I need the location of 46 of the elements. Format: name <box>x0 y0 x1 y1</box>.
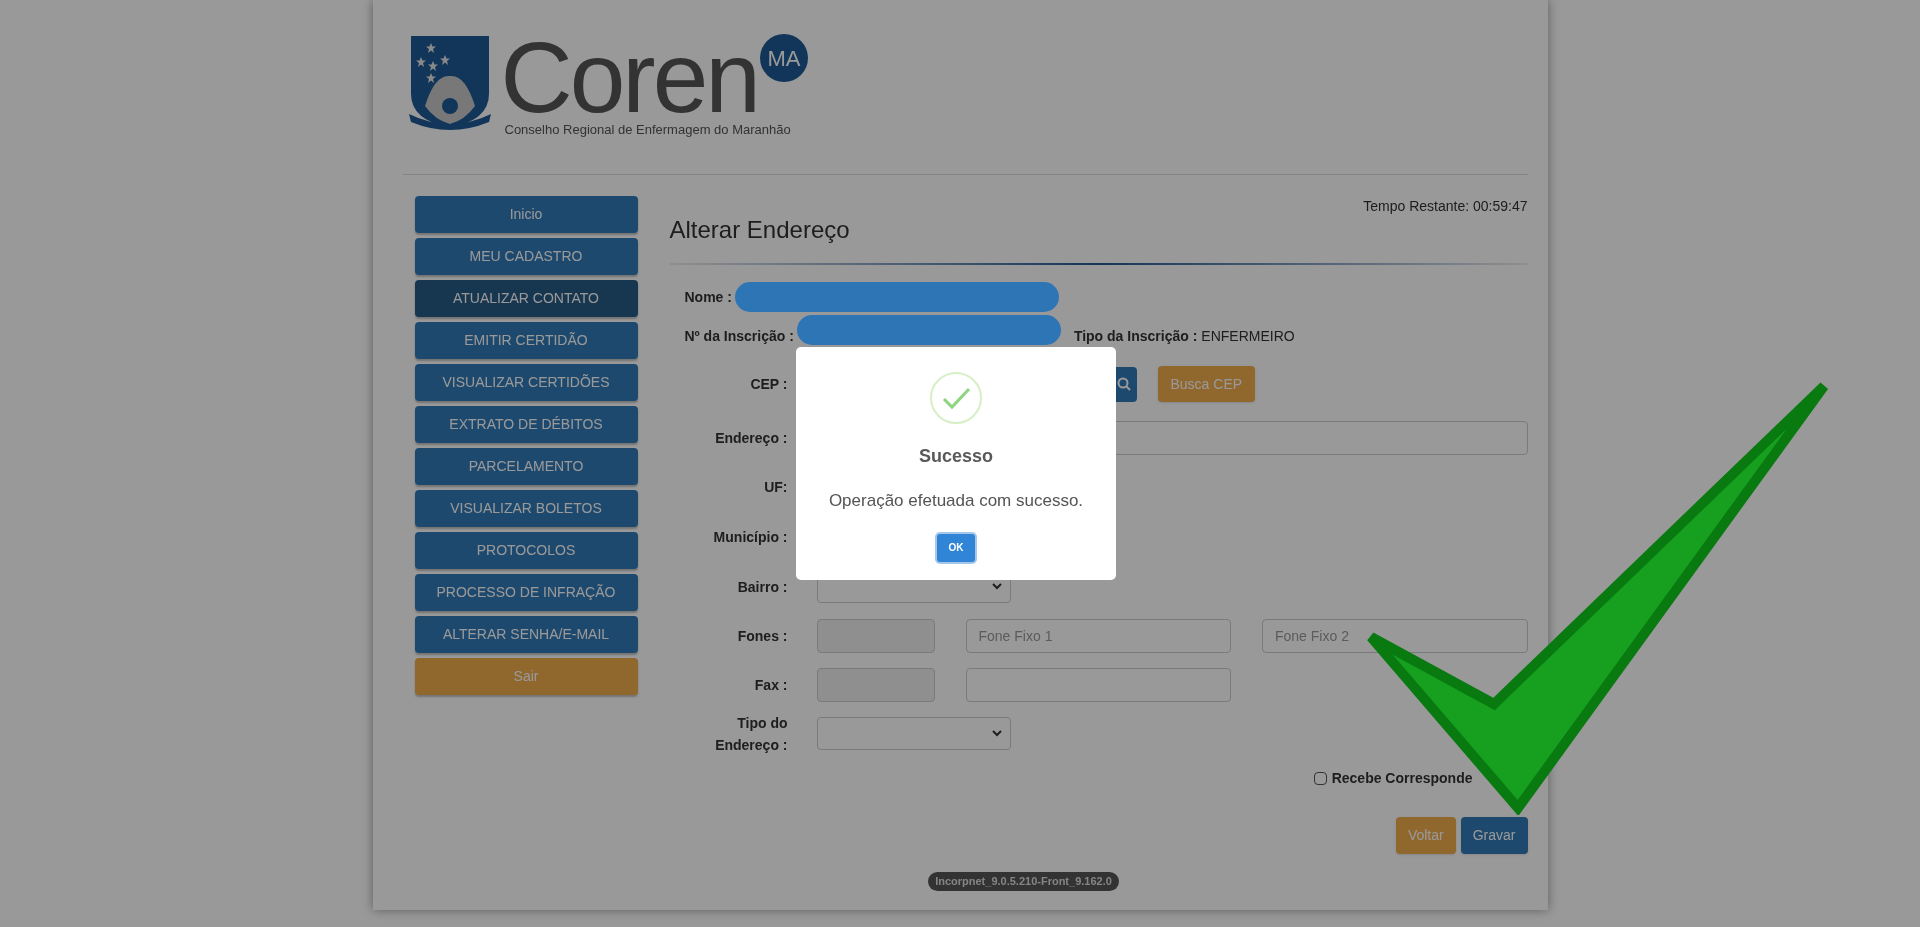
sidebar-item[interactable]: EMITIR CERTIDÃO <box>414 322 638 359</box>
field-label: Tipo do Endereço : <box>714 713 788 755</box>
sidebar-item[interactable]: ATUALIZAR CONTATO <box>414 280 638 317</box>
sidebar-item[interactable]: EXTRATO DE DÉBITOS <box>414 406 638 443</box>
sidebar-item[interactable]: MEU CADASTRO <box>414 238 638 275</box>
chevron-down-icon <box>991 583 1002 590</box>
field-label: Nº da Inscrição : <box>684 326 794 346</box>
back-button[interactable]: Voltar <box>1395 817 1456 854</box>
field-label: Fones : <box>736 626 788 646</box>
ok-button[interactable]: OK <box>937 533 975 562</box>
version-badge: Incorpnet_9.0.5.210-Front_9.162.0 <box>928 872 1119 891</box>
area-code-field[interactable] <box>816 667 935 702</box>
dialog-message: Operação efetuada com sucesso. <box>828 490 1084 512</box>
field-label: Nome : <box>684 287 732 307</box>
page-title: Alterar Endereço <box>669 215 851 245</box>
logo-subtitle: Conselho Regional de Enfermagem do Maranhão <box>504 121 792 139</box>
field-label: Endereço : <box>714 428 788 448</box>
field-label: CEP : <box>749 375 788 394</box>
field-label: UF: <box>763 478 788 497</box>
sidebar-item[interactable]: PROTOCOLOS <box>414 532 638 569</box>
success-check-icon <box>929 371 983 425</box>
search-icon <box>1116 377 1131 391</box>
mail-checkbox[interactable]: Recebe Corresponde <box>1313 768 1473 789</box>
sidebar-item[interactable]: PARCELAMENTO <box>414 448 638 485</box>
sidebar-item[interactable]: VISUALIZAR CERTIDÕES <box>414 364 638 401</box>
logo-badge: MA <box>759 34 808 82</box>
logo-wordmark: Coren <box>500 34 758 120</box>
field-label: Bairro : <box>736 577 788 597</box>
area-code-field[interactable] <box>816 618 935 653</box>
phone-field[interactable]: Fone Fixo 2 <box>1262 618 1528 653</box>
field-label: Fax : <box>753 675 788 695</box>
field-label: Município : <box>712 528 788 547</box>
sidebar-item[interactable]: Sair <box>414 658 638 695</box>
field-label: Tipo da Inscrição : <box>1073 326 1198 346</box>
sidebar-item[interactable]: Inicio <box>414 196 638 233</box>
field-value: ENFERMEIRO <box>1201 326 1295 346</box>
dialog-title: Sucesso <box>918 445 993 468</box>
phone-field[interactable]: Fone Fixo 1 <box>965 618 1231 653</box>
fax-field[interactable] <box>965 667 1231 702</box>
sidebar-item[interactable]: PROCESSO DE INFRAÇÃO <box>414 574 638 611</box>
busca-cep-button[interactable]: Busca CEP <box>1157 366 1256 402</box>
session-timer: Tempo Restante: 00:59:47 <box>1363 197 1528 216</box>
sidebar-item[interactable]: VISUALIZAR BOLETOS <box>414 490 638 527</box>
sidebar-item[interactable]: ALTERAR SENHA/E-MAIL <box>414 616 638 653</box>
save-button[interactable]: Gravar <box>1460 817 1528 854</box>
chevron-down-icon <box>991 730 1002 737</box>
